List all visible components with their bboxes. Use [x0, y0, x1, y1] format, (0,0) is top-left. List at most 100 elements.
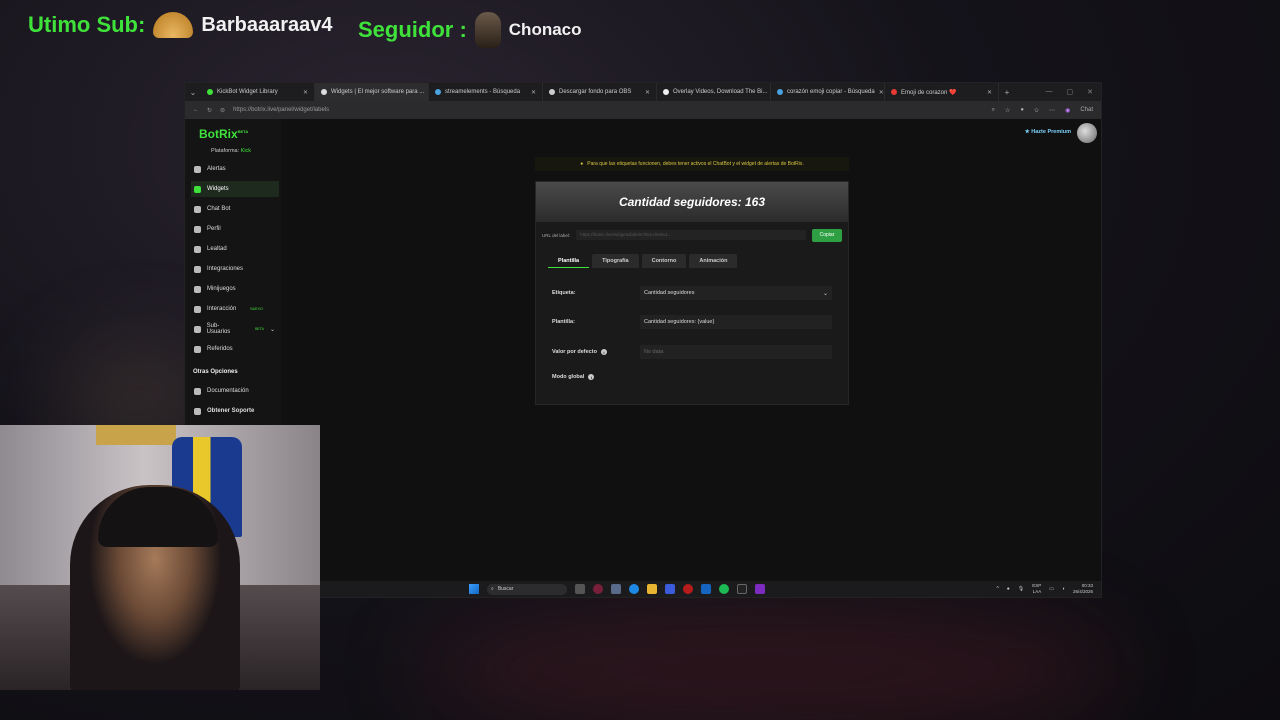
- sidebar-item-chatbot[interactable]: Chat Bot: [191, 201, 279, 217]
- browser-tab[interactable]: Overlay Videos, Download The Bi...✕: [657, 83, 771, 101]
- spotify-icon[interactable]: [719, 584, 729, 594]
- url-input[interactable]: https://botrix.live/panel/widget/labels: [233, 107, 984, 113]
- back-icon[interactable]: ←: [193, 107, 199, 113]
- close-icon[interactable]: ✕: [303, 89, 308, 96]
- webcam-poster: [96, 425, 176, 445]
- close-icon[interactable]: ✕: [987, 89, 992, 96]
- search-label: Buscar: [497, 586, 514, 592]
- app-icon[interactable]: [683, 584, 693, 594]
- volume-icon[interactable]: ◖: [1062, 586, 1065, 592]
- info-icon[interactable]: i: [600, 349, 607, 355]
- webcam-feed: [0, 425, 320, 690]
- etiqueta-select[interactable]: Cantidad seguidores ⌄: [640, 286, 832, 300]
- file-explorer-icon[interactable]: [647, 584, 657, 594]
- sidebar-item-documentacion[interactable]: Documentación: [191, 383, 279, 399]
- favorite-star-icon[interactable]: ☆: [1005, 107, 1010, 114]
- new-badge: NUEVO: [250, 307, 263, 311]
- chat-button[interactable]: Chat: [1080, 107, 1093, 113]
- kick-favicon-icon: [207, 89, 213, 95]
- last-sub-overlay: Utimo Sub: Barbaaaraav4: [28, 12, 333, 38]
- tray-chevron-icon[interactable]: ^: [996, 586, 998, 592]
- reload-icon[interactable]: ↻: [207, 107, 212, 114]
- user-avatar[interactable]: [1077, 123, 1097, 143]
- copy-button[interactable]: Copiar: [812, 228, 842, 242]
- system-tray: ^ ● 🎙 ESP LAA ▭ ◖ 00:33 26/4/2026: [996, 583, 1093, 595]
- sidebar-item-minijuegos[interactable]: Minijuegos: [191, 281, 279, 297]
- brand-logo[interactable]: BotRixBETA: [199, 127, 248, 141]
- tray-app-icon[interactable]: ●: [1007, 586, 1010, 592]
- close-icon[interactable]: ✕: [879, 89, 884, 96]
- last-sub-name: Barbaaaraav4: [201, 13, 333, 36]
- minimize-icon[interactable]: —: [1046, 88, 1053, 96]
- address-bar: ← ↻ ⊜ https://botrix.live/panel/widget/l…: [185, 101, 1101, 119]
- new-tab-icon[interactable]: +: [999, 88, 1015, 97]
- maximize-icon[interactable]: ▢: [1067, 88, 1074, 96]
- browser-tab[interactable]: corazón emoji copiar - Búsqueda ✕: [771, 83, 885, 101]
- app-icon[interactable]: [611, 584, 621, 594]
- clock[interactable]: 00:33 26/4/2026: [1073, 583, 1093, 595]
- sidebar-item-perfil[interactable]: Perfil: [191, 221, 279, 237]
- tab-label: Emoji de corazon ❤️: [901, 89, 957, 96]
- etiqueta-row: Etiqueta: Cantidad seguidores ⌄: [552, 286, 832, 300]
- beta-badge: BETA: [255, 327, 264, 331]
- window-controls: — ▢ ✕: [1046, 88, 1102, 96]
- address-bar-actions: ⌕ ☆ ● ✩ ⋯ ◉ Chat: [992, 107, 1093, 114]
- obs-icon[interactable]: [593, 584, 603, 594]
- tab-plantilla[interactable]: Plantilla: [548, 254, 590, 268]
- tab-list-icon[interactable]: ⌄: [185, 88, 201, 97]
- sidebar-item-lealtad[interactable]: Lealtad: [191, 241, 279, 257]
- label-url-field[interactable]: https://botrix.live/widgets/labels?bid=r…: [576, 230, 806, 240]
- search-favicon-icon: [435, 89, 441, 95]
- sub-users-icon: [194, 325, 201, 333]
- close-icon[interactable]: ✕: [645, 89, 650, 96]
- more-menu-icon[interactable]: ⋯: [1049, 107, 1055, 114]
- sidebar-item-widgets[interactable]: Widgets: [191, 181, 279, 197]
- browser-tab[interactable]: KickBot Widget Library ✕: [201, 83, 315, 101]
- nav-label: Obtener Soporte: [207, 408, 255, 414]
- copilot-icon[interactable]: ◉: [1065, 107, 1070, 114]
- taskbar-search[interactable]: ⌕ Buscar: [487, 583, 567, 595]
- zoom-icon[interactable]: ⌕: [992, 107, 995, 114]
- default-value-input[interactable]: No data: [640, 345, 832, 359]
- app-icon[interactable]: [755, 584, 765, 594]
- background-blur: [420, 600, 1120, 720]
- profile-icon[interactable]: ●: [1020, 107, 1024, 113]
- network-icon[interactable]: ▭: [1049, 586, 1054, 592]
- settings-tabs: Plantilla Tipografía Contorno Animación: [548, 254, 738, 268]
- favorites-icon[interactable]: ✩: [1034, 107, 1039, 114]
- sidebar-item-referidos[interactable]: Referidos: [191, 341, 279, 357]
- windows-taskbar: ⌕ Buscar ^ ● 🎙 ESP LAA ▭ ◖ 00:33 26/4/2026: [185, 581, 1101, 597]
- nav-label: Chat Bot: [207, 206, 231, 212]
- tab-label: Descargar fondo para OBS: [559, 89, 632, 95]
- premium-link[interactable]: ★ Hazte Premium: [1025, 129, 1071, 135]
- tiktok-icon[interactable]: [737, 584, 747, 594]
- tab-tipografia[interactable]: Tipografía: [592, 254, 639, 268]
- sidebar-item-soporte[interactable]: Obtener Soporte: [191, 403, 279, 419]
- close-icon[interactable]: ✕: [531, 89, 536, 96]
- site-info-icon[interactable]: ⊜: [220, 107, 225, 114]
- url-label: URL del label:: [542, 232, 571, 238]
- tab-contorno[interactable]: Contorno: [641, 254, 687, 268]
- windows-start-icon[interactable]: [469, 584, 479, 594]
- browser-tab-active[interactable]: Widgets | El mejor software para ...✕: [315, 83, 429, 101]
- info-icon[interactable]: i: [588, 374, 595, 380]
- browser-tab[interactable]: Emoji de corazon ❤️ ✕: [885, 83, 999, 101]
- follower-avatar-icon: [474, 12, 501, 48]
- microphone-icon[interactable]: 🎙: [1018, 586, 1024, 592]
- language-indicator[interactable]: ESP LAA: [1032, 583, 1041, 595]
- nav-label: Interacción: [207, 306, 237, 312]
- close-window-icon[interactable]: ✕: [1087, 88, 1093, 96]
- sidebar-item-interaccion[interactable]: Interacción NUEVO: [191, 301, 279, 317]
- tab-animacion[interactable]: Animación: [689, 254, 738, 268]
- task-view-icon[interactable]: [575, 584, 585, 594]
- sidebar-item-integraciones[interactable]: Integraciones: [191, 261, 279, 277]
- edge-icon[interactable]: [629, 584, 639, 594]
- browser-tab[interactable]: streamelements - Búsqueda ✕: [429, 83, 543, 101]
- browser-tab[interactable]: Descargar fondo para OBS ✕: [543, 83, 657, 101]
- sidebar-item-alertas[interactable]: Alertas: [191, 161, 279, 177]
- store-icon[interactable]: [701, 584, 711, 594]
- app-icon[interactable]: [665, 584, 675, 594]
- chatbot-icon: [194, 205, 201, 213]
- sidebar-item-sub-usuarios[interactable]: Sub-Usuarios BETA ⌄: [191, 321, 279, 337]
- plantilla-input[interactable]: Cantidad seguidores: {value}: [640, 315, 832, 329]
